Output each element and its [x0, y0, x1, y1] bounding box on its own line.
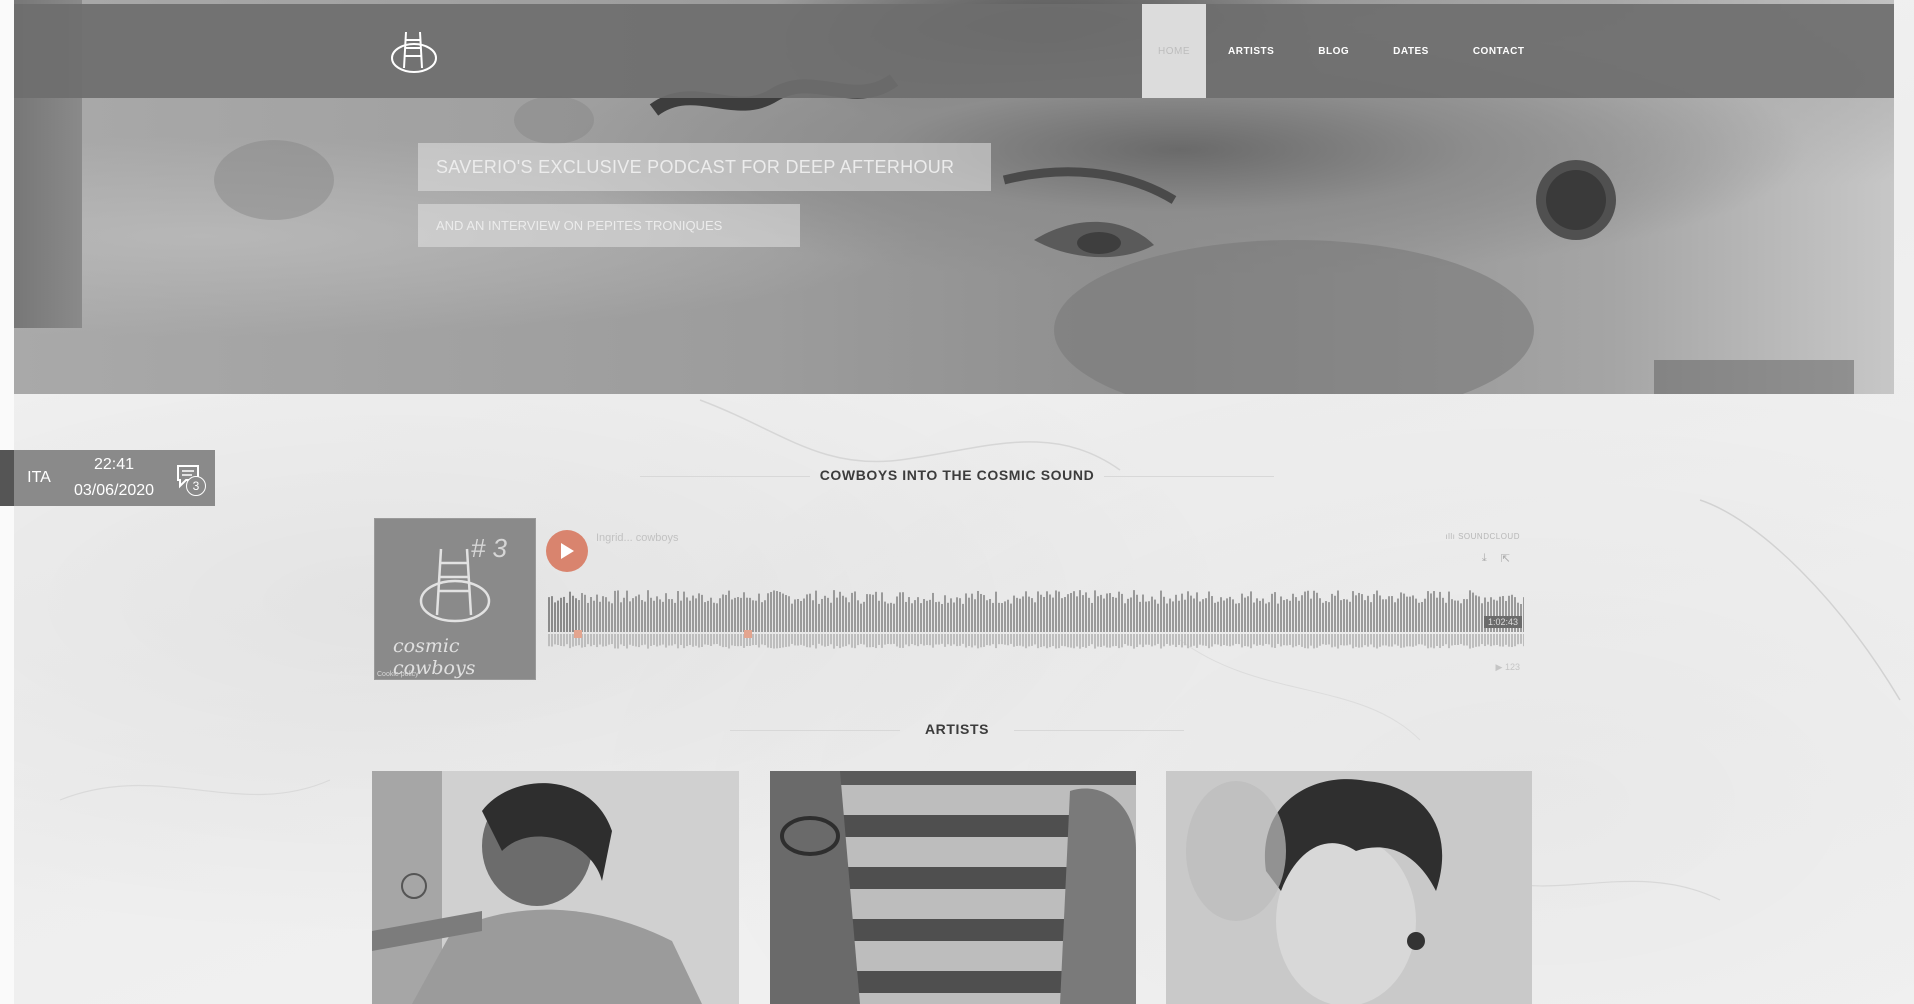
play-button[interactable]	[546, 530, 588, 572]
artist-card-3[interactable]	[1166, 771, 1532, 1004]
share-icon[interactable]: ⇱	[1501, 552, 1510, 565]
nav-home[interactable]: HOME	[1142, 4, 1206, 98]
site-logo[interactable]	[386, 24, 442, 80]
cover-number: # 3	[470, 533, 507, 563]
soundcloud-label[interactable]: ıllı SOUNDCLOUD	[1445, 532, 1520, 541]
nav-contact[interactable]: CONTACT	[1451, 4, 1547, 98]
podcast-section-title-text: COWBOYS INTO THE COSMIC SOUND	[819, 467, 1095, 483]
player-actions: ⤓ ⇱	[1482, 552, 1510, 565]
soundcloud-player: # 3 cosmic cowboys Cookie policy Ingrid.…	[374, 516, 1524, 680]
artist-card-1[interactable]	[372, 771, 739, 1004]
artists-divider-right	[1014, 730, 1184, 731]
track-duration: 1:02:43	[1483, 616, 1522, 628]
podcast-cover-art[interactable]: # 3 cosmic cowboys Cookie policy	[374, 518, 536, 680]
title-divider-left	[640, 476, 810, 477]
play-count: ▶ 123	[1495, 662, 1520, 672]
title-divider-right	[1104, 476, 1274, 477]
download-icon[interactable]: ⤓	[1482, 552, 1487, 565]
main-menu: HOME ARTISTS BLOG DATES CONTACT	[1142, 4, 1546, 98]
hero-subline[interactable]: AND AN INTERVIEW ON PEPITES TRONIQUES	[418, 204, 800, 247]
artist-card-2[interactable]	[770, 771, 1136, 1004]
artists-section-title: ARTISTS	[0, 721, 1914, 737]
cover-caption[interactable]: Cookie policy	[375, 670, 421, 679]
soundcloud-icon: ıllı	[1445, 532, 1459, 541]
track-title[interactable]: Ingrid... cowboys	[596, 532, 679, 544]
waveform[interactable]	[548, 586, 1524, 666]
top-navigation: HOME ARTISTS BLOG DATES CONTACT	[14, 4, 1894, 98]
artists-divider-left	[730, 730, 900, 731]
nav-artists[interactable]: ARTISTS	[1206, 4, 1296, 98]
nav-dates[interactable]: DATES	[1371, 4, 1451, 98]
artists-section-title-text: ARTISTS	[924, 721, 990, 737]
nav-blog[interactable]: BLOG	[1296, 4, 1371, 98]
podcast-section-title: COWBOYS INTO THE COSMIC SOUND	[0, 467, 1914, 483]
hero-headline[interactable]: SAVERIO'S EXCLUSIVE PODCAST FOR DEEP AFT…	[418, 143, 991, 191]
soundcloud-label-text: SOUNDCLOUD	[1458, 532, 1520, 541]
play-icon	[561, 543, 574, 559]
